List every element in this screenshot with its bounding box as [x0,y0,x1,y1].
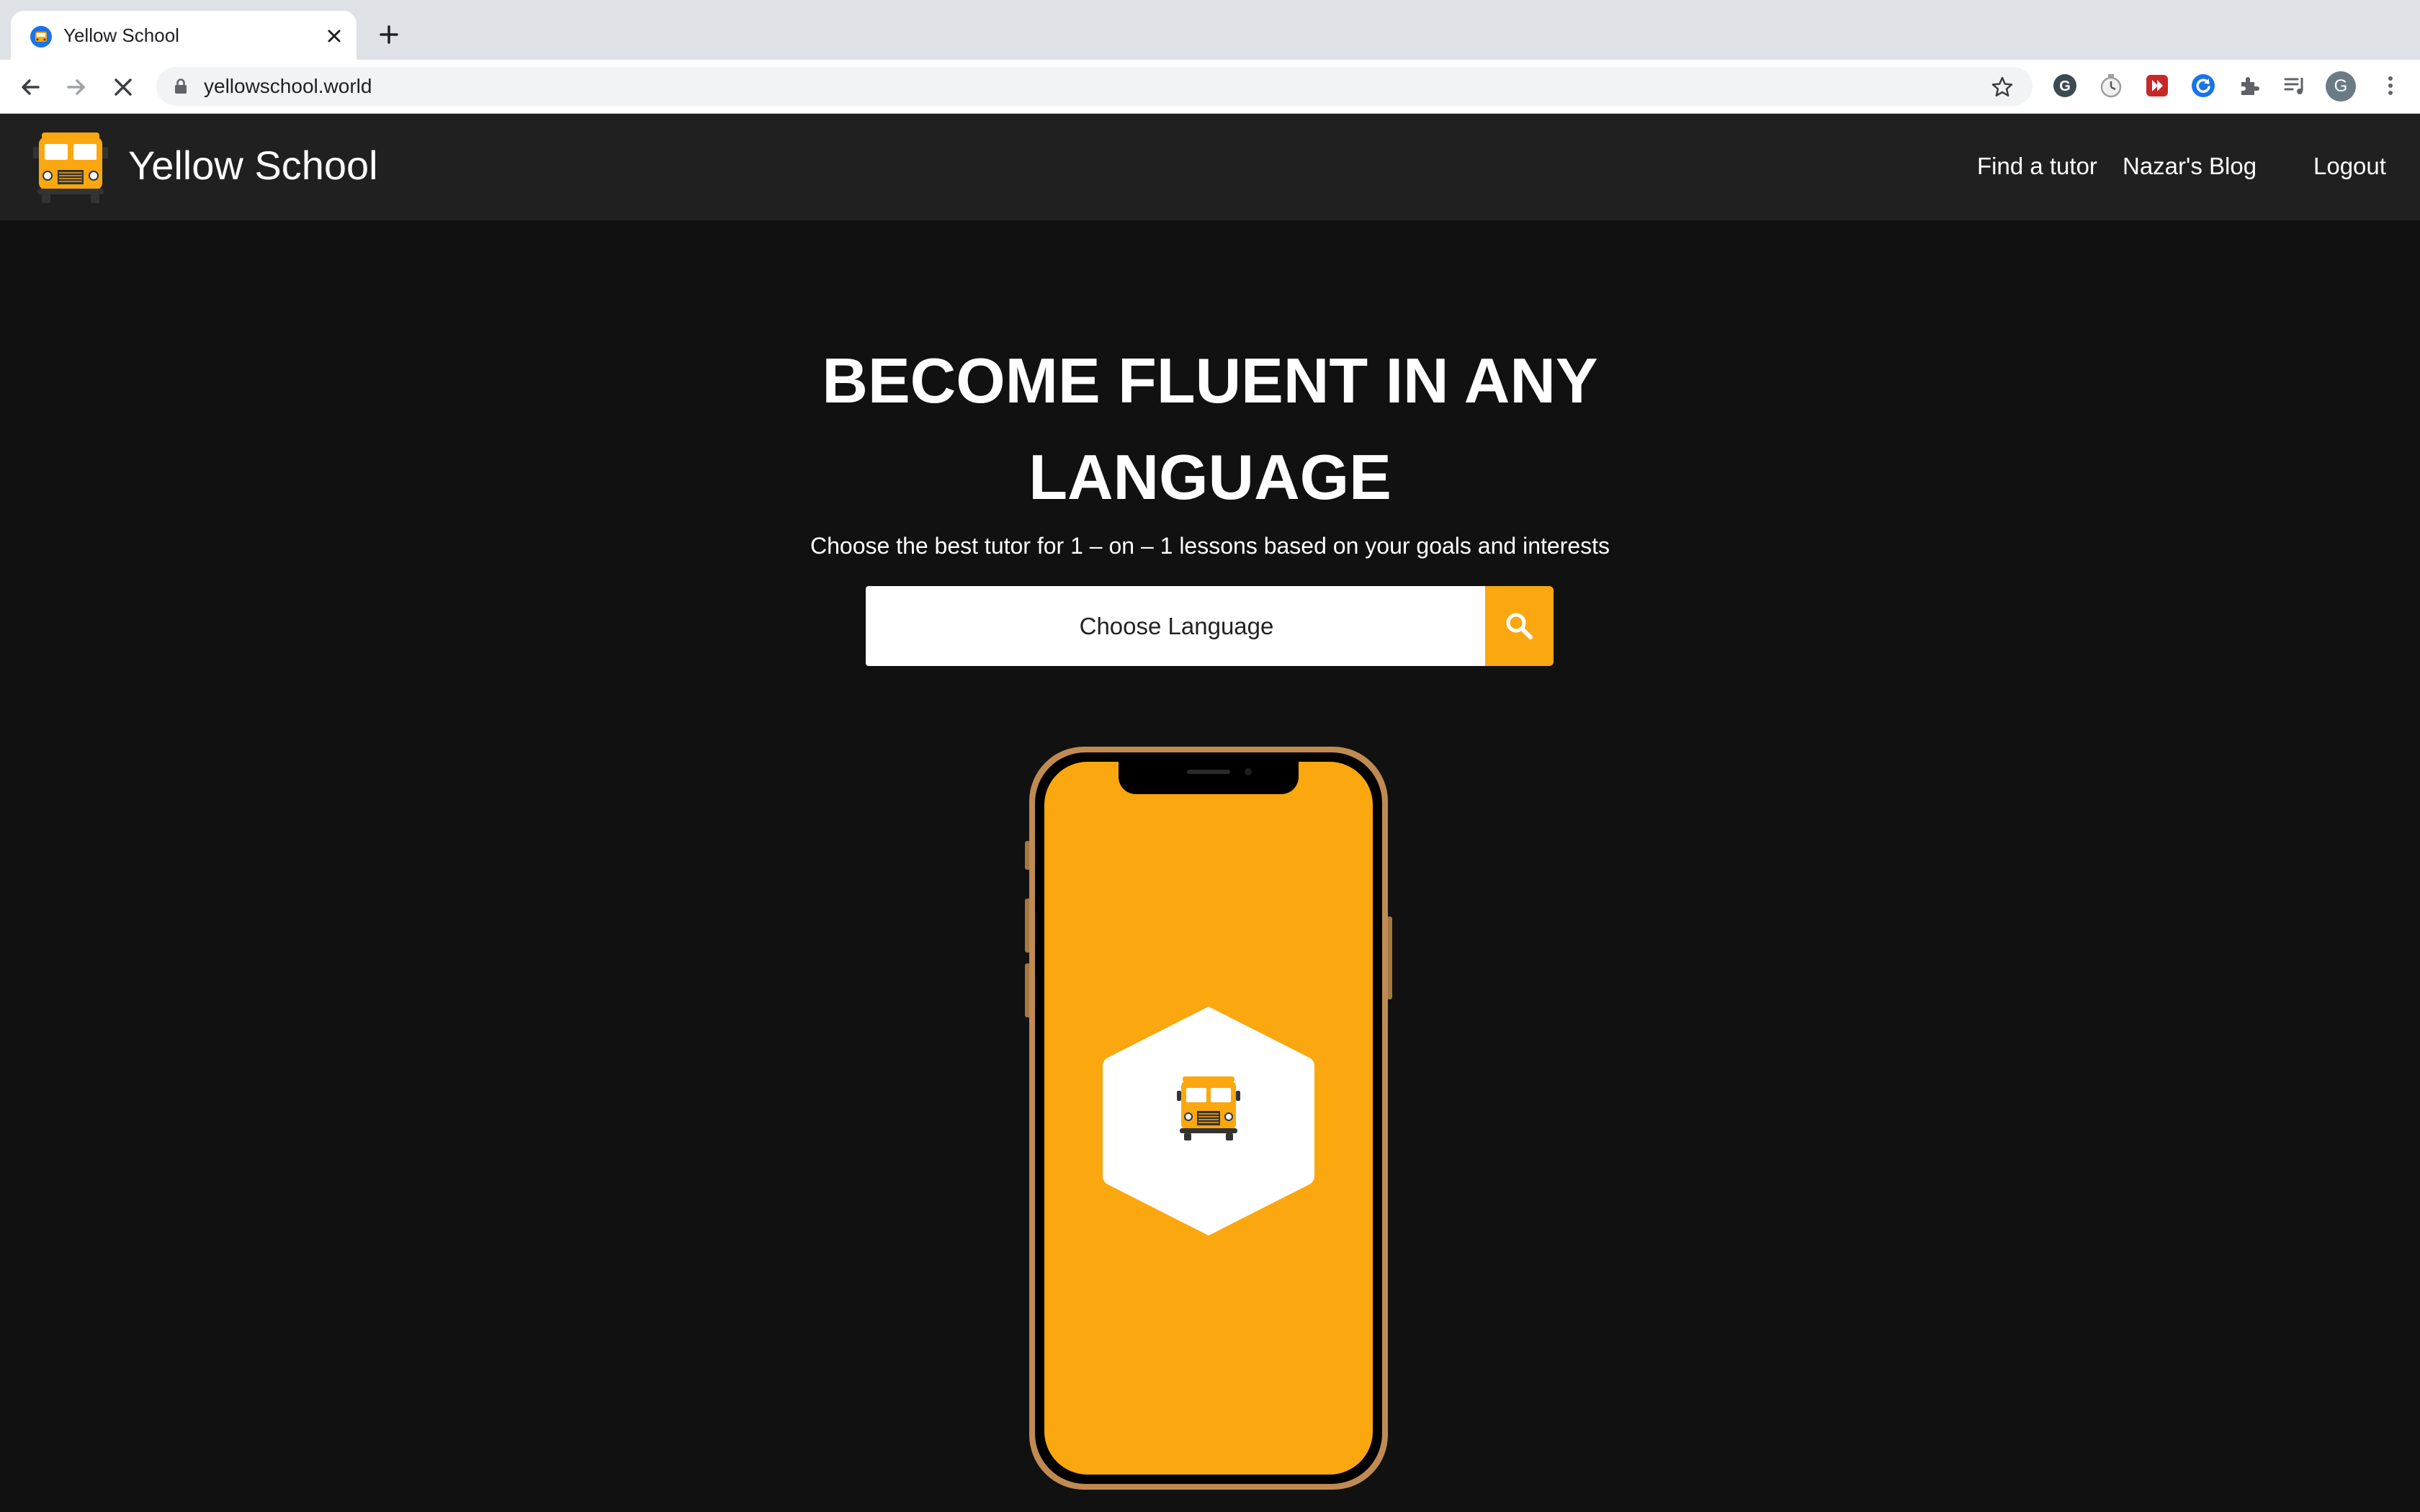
url-text: yellowschool.world [204,75,372,97]
tab-title: Yellow School [63,24,179,46]
bus-logo-icon[interactable] [32,128,109,204]
nav-blog[interactable]: Nazar's Blog [2123,151,2257,181]
extension-timer-icon[interactable] [2097,72,2125,99]
bus-icon [1177,1076,1240,1140]
media-controls-icon[interactable] [2282,72,2309,99]
hero-subtitle: Choose the best tutor for 1 – on – 1 les… [810,533,1610,559]
browser-tab-active[interactable]: Yellow School [11,11,357,60]
search-button[interactable] [1485,586,1554,666]
forward-icon[interactable] [62,73,91,102]
browser-toolbar: yellowschool.world G G [0,60,2420,114]
lock-icon [175,78,187,94]
brand-name[interactable]: Yellow School [128,141,378,190]
back-icon[interactable] [16,73,45,102]
extensions-puzzle-icon[interactable] [2236,72,2263,99]
profile-initial: G [2334,76,2348,96]
hero-title-line2: LANGUAGE [1028,441,1392,513]
extension-video-speed-icon[interactable] [2143,72,2171,99]
extension-grammar-icon[interactable]: G [2051,72,2079,99]
svg-text:G: G [2059,78,2071,94]
hero-title-line1: BECOME FLUENT IN ANY [822,345,1598,416]
bus-favicon-icon [30,26,52,48]
close-tab-icon[interactable] [322,24,346,48]
nav-logout[interactable]: Logout [2313,151,2386,181]
profile-avatar[interactable]: G [2326,71,2356,102]
chrome-menu-icon[interactable] [2377,72,2404,99]
address-bar[interactable]: yellowschool.world [156,67,2033,106]
search-icon [1506,613,1533,639]
language-select[interactable] [866,586,1487,666]
stop-loading-icon[interactable] [109,73,138,102]
bookmark-star-icon[interactable] [1990,75,2015,99]
language-input[interactable] [866,586,1487,666]
phone-illustration [1025,747,1392,1490]
nav-find-tutor[interactable]: Find a tutor [1977,151,2097,181]
new-tab-icon[interactable] [375,20,403,49]
hero-title: BECOME FLUENT IN ANY LANGUAGE [0,333,2420,526]
extension-refresh-icon[interactable] [2190,72,2217,99]
site-header: Yellow School Find a tutor Nazar's Blog … [0,114,2420,220]
browser-tab-strip: Yellow School [0,0,2420,60]
